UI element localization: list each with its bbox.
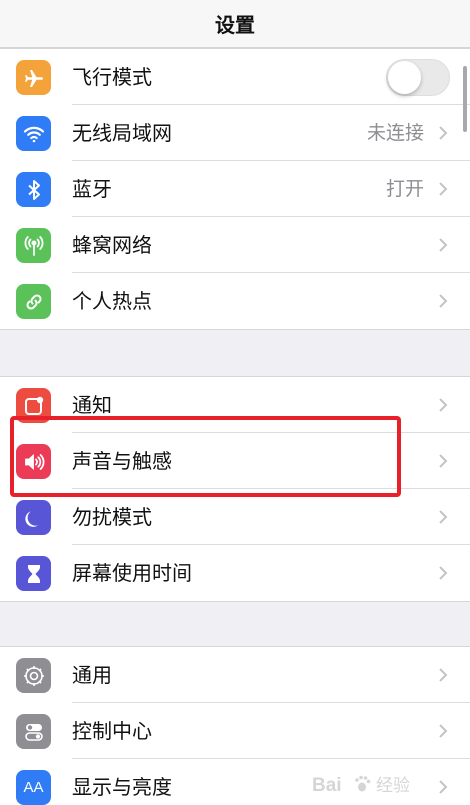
settings-row-label: 蜂窝网络: [72, 233, 152, 257]
watermark-suffix-text: 经验: [376, 776, 410, 796]
settings-group-connectivity: 飞行模式 无线局域网 未连接 蓝牙 打开 蜂窝网络 个人热点: [0, 48, 470, 330]
settings-row-notifications[interactable]: 通知: [0, 377, 470, 433]
cellular-icon: [16, 228, 51, 263]
chevron-right-icon: [439, 454, 448, 468]
settings-row-control-center[interactable]: 控制中心: [0, 703, 470, 759]
settings-row-wifi[interactable]: 无线局域网 未连接: [0, 105, 470, 161]
gear-icon: [16, 658, 51, 693]
settings-row-cellular[interactable]: 蜂窝网络: [0, 217, 470, 273]
navigation-bar: 设置: [0, 0, 470, 48]
settings-row-label: 控制中心: [72, 719, 152, 743]
moon-icon: [16, 500, 51, 535]
speaker-icon: [16, 444, 51, 479]
wifi-icon: [16, 116, 51, 151]
chevron-right-icon: [439, 126, 448, 140]
chevron-right-icon: [439, 510, 448, 524]
chevron-right-icon: [439, 294, 448, 308]
page-title: 设置: [215, 13, 255, 37]
settings-row-label: 飞行模式: [72, 65, 152, 89]
chevron-right-icon: [439, 182, 448, 196]
settings-row-hotspot[interactable]: 个人热点: [0, 273, 470, 329]
settings-row-bluetooth[interactable]: 蓝牙 打开: [0, 161, 470, 217]
settings-row-label: 蓝牙: [72, 177, 112, 201]
settings-row-label: 显示与亮度: [72, 775, 172, 799]
hourglass-icon: [16, 556, 51, 591]
settings-row-sounds-haptics[interactable]: 声音与触感: [0, 433, 470, 489]
chevron-right-icon: [439, 238, 448, 252]
settings-row-general[interactable]: 通用: [0, 647, 470, 703]
settings-group-notifications: 通知 声音与触感 勿扰模式 屏幕使用时间: [0, 376, 470, 602]
settings-row-label: 个人热点: [72, 289, 152, 313]
airplane-icon: [16, 60, 51, 95]
settings-row-label: 勿扰模式: [72, 505, 152, 529]
baidu-watermark: Bai 经验: [310, 771, 460, 797]
scroll-indicator: [463, 66, 467, 132]
settings-row-label: 无线局域网: [72, 121, 172, 145]
chevron-right-icon: [439, 566, 448, 580]
settings-row-label: 通知: [72, 393, 112, 417]
settings-row-label: 声音与触感: [72, 449, 172, 473]
settings-row-label: 通用: [72, 663, 112, 687]
chevron-right-icon: [439, 668, 448, 682]
toggle-knob[interactable]: [388, 61, 421, 94]
bluetooth-icon: [16, 172, 51, 207]
bluetooth-status-value: 打开: [385, 178, 424, 200]
settings-row-screen-time[interactable]: 屏幕使用时间: [0, 545, 470, 601]
text-size-icon: AA: [16, 770, 51, 805]
chevron-right-icon: [439, 398, 448, 412]
notifications-icon: [16, 388, 51, 423]
settings-row-label: 屏幕使用时间: [72, 561, 192, 585]
switches-icon: [16, 714, 51, 749]
wifi-status-value: 未连接: [366, 122, 424, 144]
settings-row-airplane-mode[interactable]: 飞行模式: [0, 49, 470, 105]
watermark-brand-text: Bai: [312, 775, 342, 796]
airplane-mode-toggle[interactable]: [386, 59, 450, 96]
baidu-paw-icon: Bai 经验: [312, 775, 410, 796]
settings-row-do-not-disturb[interactable]: 勿扰模式: [0, 489, 470, 545]
chevron-right-icon: [439, 724, 448, 738]
hotspot-icon: [16, 284, 51, 319]
